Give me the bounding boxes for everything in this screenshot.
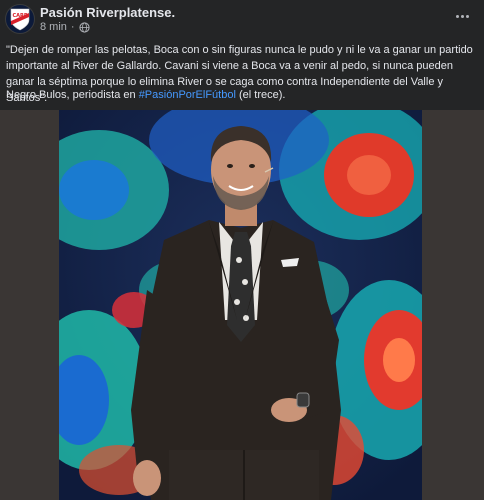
page-name[interactable]: Pasión Riverplatense. [40,5,175,20]
post-photo[interactable] [59,110,422,500]
facebook-post: CARP Pasión Riverplatense. 8 min · "Deje… [0,0,484,500]
page-avatar[interactable]: CARP [5,4,35,34]
more-horizontal-icon [455,14,469,18]
photo-illustration [59,110,422,500]
globe-icon [78,21,90,33]
post-meta: 8 min · [40,21,90,33]
caption-prefix: Negro Bulos, periodista en [6,89,139,101]
hashtag-link[interactable]: #PasiónPorElFútbol [139,89,236,101]
more-options-button[interactable] [452,8,472,24]
post-media[interactable] [0,110,484,500]
post-time[interactable]: 8 min [40,21,67,33]
river-plate-crest-icon: CARP [10,8,30,31]
caption-suffix: (el trece). [235,89,286,101]
svg-text:CARP: CARP [12,13,27,19]
post-caption: Negro Bulos, periodista en #PasiónPorElF… [6,87,480,103]
post-header: CARP Pasión Riverplatense. 8 min · [0,0,484,36]
meta-separator: · [70,21,75,33]
